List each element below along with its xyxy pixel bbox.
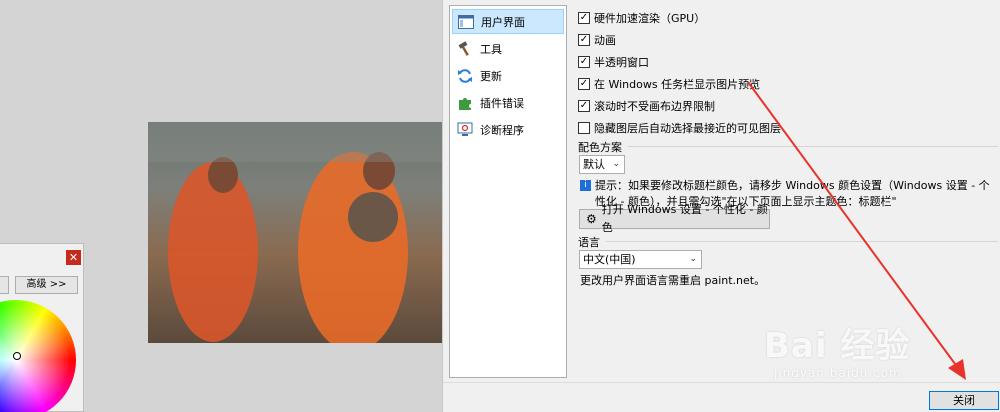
option-auto-select-layer[interactable]: 隐藏图层后自动选择最接近的可见图层 [578,120,781,136]
option-animations[interactable]: ✓ 动画 [578,32,616,48]
nav-item-tools[interactable]: 工具 [452,36,564,61]
hammer-icon [456,40,474,58]
refresh-icon [456,67,474,85]
info-icon: i [580,180,591,191]
language-title: 语言 [578,236,600,249]
color-scheme-select[interactable]: 默认 ⌄ [579,155,625,174]
option-label: 动画 [594,34,616,47]
button-label: 打开 Windows 设置 - 个性化 - 颜色 [601,203,768,234]
checkbox[interactable]: ✓ [578,56,590,68]
option-translucent-windows[interactable]: ✓ 半透明窗口 [578,54,649,70]
advanced-button[interactable]: 高级 >> [15,276,78,294]
divider [606,241,998,242]
color-mode-dropdown[interactable] [0,276,9,294]
watermark: Bai 经验 jingyan.baidu.com [764,300,954,390]
checkbox[interactable]: ✓ [578,12,590,24]
nav-item-label: 用户界面 [481,15,525,29]
open-windows-settings-button[interactable]: ⚙ 打开 Windows 设置 - 个性化 - 颜色 [579,203,770,234]
divider [628,146,998,147]
nav-item-label: 诊断程序 [480,123,524,137]
select-value: 中文(中国) [583,253,636,266]
select-value: 默认 [583,158,605,171]
checkbox[interactable]: ✓ [578,78,590,90]
option-label: 在 Windows 任务栏显示图片预览 [594,78,761,91]
color-scheme-title: 配色方案 [578,141,622,154]
option-taskbar-preview[interactable]: ✓ 在 Windows 任务栏显示图片预览 [578,76,760,92]
nav-item-label: 工具 [480,42,502,56]
option-label: 硬件加速渲染（GPU） [594,12,706,25]
chevron-down-icon: ⌄ [689,254,697,264]
nav-item-label: 插件错误 [480,96,524,110]
gear-icon: ⚙ [586,212,597,226]
diagnostics-icon [456,121,474,139]
nav-item-diagnostics[interactable]: 诊断程序 [452,117,564,142]
language-select[interactable]: 中文(中国) ⌄ [579,250,702,269]
close-button[interactable]: 关闭 [929,391,999,410]
option-scroll-unbounded[interactable]: ✓ 滚动时不受画布边界限制 [578,98,715,114]
window-icon [457,13,475,31]
checkbox[interactable]: ✓ [578,34,590,46]
settings-nav: 用户界面 工具 更新 插件错误 诊断程序 [449,5,567,378]
nav-item-updates[interactable]: 更新 [452,63,564,88]
colors-panel: ✕ 高级 >> [0,243,84,412]
restart-note: 更改用户界面语言需重启 paint.net。 [580,274,766,287]
option-label: 隐藏图层后自动选择最接近的可见图层 [594,122,781,135]
option-label: 滚动时不受画布边界限制 [594,100,715,113]
puzzle-icon [456,94,474,112]
nav-item-user-interface[interactable]: 用户界面 [452,9,564,34]
canvas-image[interactable] [148,122,442,343]
nav-item-label: 更新 [480,69,502,83]
watermark-logo: Bai 经验 [764,326,911,366]
color-wheel-cursor[interactable] [13,352,21,360]
option-label: 半透明窗口 [594,56,649,69]
nav-item-plugin-errors[interactable]: 插件错误 [452,90,564,115]
option-gpu[interactable]: ✓ 硬件加速渲染（GPU） [578,10,705,26]
checkbox[interactable] [578,122,590,134]
checkbox[interactable]: ✓ [578,100,590,112]
color-wheel[interactable] [0,300,76,412]
close-icon[interactable]: ✕ [66,250,81,265]
watermark-url: jingyan.baidu.com [774,366,902,380]
chevron-down-icon: ⌄ [612,159,620,169]
